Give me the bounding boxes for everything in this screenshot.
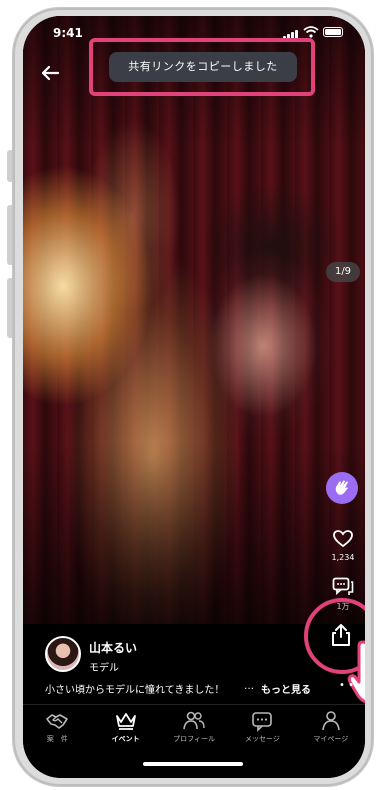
nav-label: 案 件 xyxy=(46,735,68,743)
username[interactable]: 山本るい xyxy=(89,639,137,656)
wifi-icon xyxy=(303,26,319,38)
people-icon xyxy=(183,711,205,730)
copied-toast: 共有リンクをコピーしました xyxy=(109,52,297,82)
nav-item-mypage[interactable]: マイページ xyxy=(297,710,365,754)
like-count: 1,234 xyxy=(331,553,355,562)
avatar[interactable] xyxy=(45,636,81,672)
comment-icon[interactable] xyxy=(332,577,354,597)
crown-icon xyxy=(115,713,136,730)
nav-label: プロフィール xyxy=(173,735,215,743)
divider xyxy=(23,704,365,705)
home-indicator[interactable] xyxy=(143,762,243,766)
status-time: 9:41 xyxy=(53,26,83,40)
post-caption: 小さい頃からモデルに憧れてきました！ xyxy=(45,685,225,696)
see-more-link[interactable]: もっと見る xyxy=(261,681,311,696)
caption-ellipsis: … xyxy=(244,681,254,692)
pointing-hand-icon xyxy=(347,640,365,704)
nav-label: メッセージ xyxy=(244,735,280,743)
clap-icon xyxy=(335,480,348,495)
user-role: モデル xyxy=(89,663,119,674)
bottom-nav: 案 件 イベント プロフィール メッセージ マイページ xyxy=(23,710,365,754)
message-icon xyxy=(252,712,273,732)
applause-button[interactable] xyxy=(326,472,358,504)
nav-item-cases[interactable]: 案 件 xyxy=(23,710,91,754)
nav-item-messages[interactable]: メッセージ xyxy=(228,710,296,754)
page-indicator: 1/9 xyxy=(326,262,360,282)
person-icon xyxy=(322,711,340,731)
app-screen: 9:41 共有リンクをコピーしました 1/9 1,234 1万 山本るい モデル… xyxy=(23,16,365,778)
nav-item-profile[interactable]: プロフィール xyxy=(160,710,228,754)
handshake-icon xyxy=(46,714,69,729)
more-options-dots[interactable]: • • xyxy=(339,680,354,691)
heart-icon[interactable] xyxy=(333,530,353,548)
battery-icon xyxy=(323,27,343,37)
nav-item-events[interactable]: イベント xyxy=(91,710,159,754)
back-arrow-icon[interactable] xyxy=(39,64,61,82)
nav-label: イベント xyxy=(111,735,140,743)
nav-label: マイページ xyxy=(313,735,349,743)
photo-shade xyxy=(23,16,365,624)
